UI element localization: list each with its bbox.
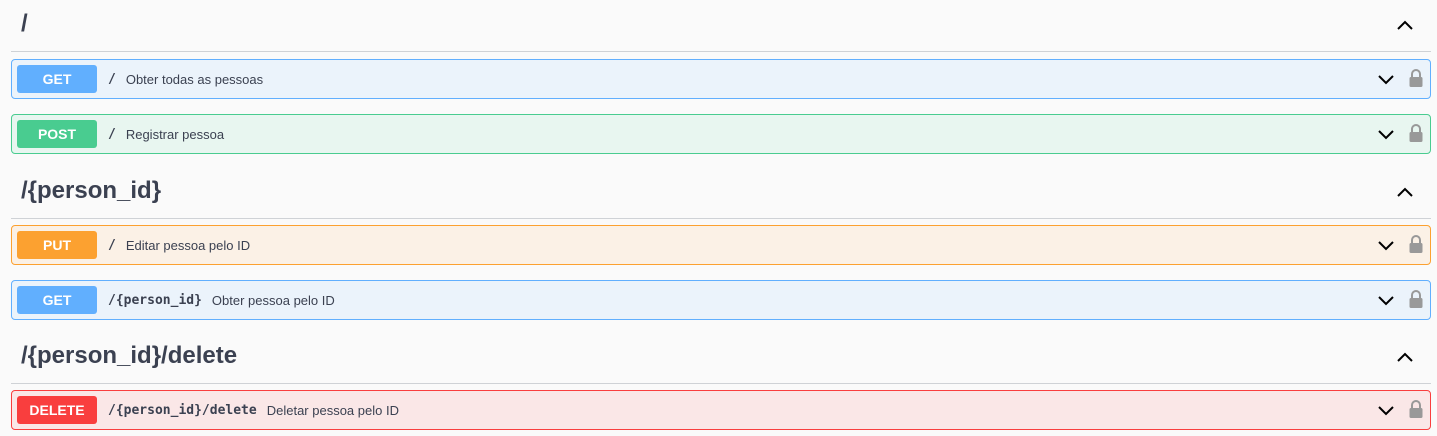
chevron-down-icon[interactable] <box>1376 235 1396 255</box>
operation-put-person[interactable]: PUT / Editar pessoa pelo ID <box>11 225 1431 265</box>
operation-summary: Deletar pessoa pelo ID <box>266 402 399 418</box>
tag-section-person-id-delete: /{person_id}/delete <box>11 332 1431 384</box>
operation-path: / <box>108 126 116 142</box>
method-badge: DELETE <box>17 396 97 424</box>
tag-section-root: / <box>11 0 1431 52</box>
operation-path: /{person_id} <box>108 292 202 308</box>
operation-post-root[interactable]: POST / Registrar pessoa <box>11 114 1431 154</box>
tag-title: /{person_id}/delete <box>21 342 238 369</box>
tag-header-person-id[interactable]: /{person_id} <box>11 167 1431 219</box>
method-badge: PUT <box>17 231 97 259</box>
method-badge: GET <box>17 286 97 314</box>
lock-icon[interactable] <box>1408 399 1424 419</box>
operation-summary: Editar pessoa pelo ID <box>125 237 251 253</box>
operation-get-person-id[interactable]: GET /{person_id} Obter pessoa pelo ID <box>11 280 1431 320</box>
tag-title: /{person_id} <box>21 177 162 204</box>
chevron-down-icon[interactable] <box>1376 400 1396 420</box>
chevron-down-icon[interactable] <box>1376 69 1396 89</box>
operation-summary: Obter pessoa pelo ID <box>211 292 335 308</box>
operation-path: / <box>108 71 116 87</box>
lock-icon[interactable] <box>1408 68 1424 88</box>
operation-delete-person[interactable]: DELETE /{person_id}/delete Deletar pesso… <box>11 390 1431 430</box>
tag-header-person-id-delete[interactable]: /{person_id}/delete <box>11 332 1431 384</box>
operation-summary: Obter todas as pessoas <box>125 71 264 87</box>
chevron-up-icon[interactable] <box>1393 346 1417 370</box>
chevron-up-icon[interactable] <box>1393 181 1417 205</box>
tag-title: / <box>21 10 28 37</box>
tag-section-person-id: /{person_id} <box>11 167 1431 219</box>
lock-icon[interactable] <box>1408 234 1424 254</box>
method-badge: GET <box>17 65 97 93</box>
chevron-up-icon[interactable] <box>1393 14 1417 38</box>
method-badge: POST <box>17 120 97 148</box>
operation-get-root[interactable]: GET / Obter todas as pessoas <box>11 59 1431 99</box>
api-operations-list: / GET / Obter todas as pessoas POST / Re… <box>0 0 1437 436</box>
operation-path: / <box>108 237 116 253</box>
chevron-down-icon[interactable] <box>1376 124 1396 144</box>
lock-icon[interactable] <box>1408 123 1424 143</box>
lock-icon[interactable] <box>1408 289 1424 309</box>
operation-path: /{person_id}/delete <box>108 402 257 418</box>
tag-header-root[interactable]: / <box>11 0 1431 52</box>
chevron-down-icon[interactable] <box>1376 290 1396 310</box>
operation-summary: Registrar pessoa <box>125 126 225 142</box>
